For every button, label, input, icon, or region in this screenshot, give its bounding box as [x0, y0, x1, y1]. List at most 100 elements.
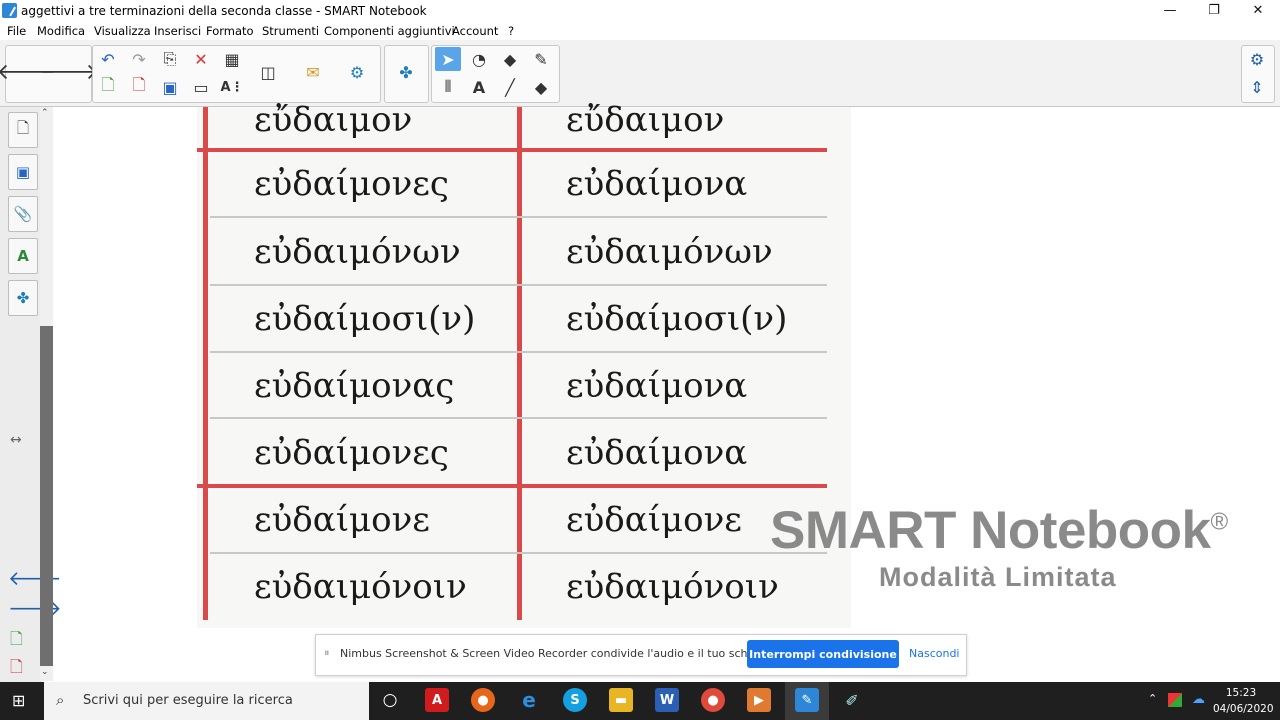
table-cell: εὐδαίμοσι(ν) — [566, 299, 788, 339]
table-divider — [210, 351, 827, 353]
addons-icon[interactable]: ✤ — [8, 280, 38, 316]
sidebar-next-arrow-icon[interactable]: 🡒 — [8, 596, 62, 620]
table-cell: εὐδαίμονε — [254, 500, 430, 540]
watermark-subtitle: Modalità Limitata — [879, 562, 1117, 592]
menu-inserisci[interactable]: Inserisci — [154, 24, 201, 38]
table-cell: εὐδαίμονε — [566, 500, 742, 540]
addons-puzzle-icon[interactable]: ✤ — [393, 60, 419, 84]
sidebar-add-page-icon[interactable]: 🗋 — [10, 628, 23, 655]
menu-modifica[interactable]: Modifica — [37, 24, 85, 38]
table-divider-red — [197, 148, 827, 152]
menu-account[interactable]: Account — [452, 24, 498, 38]
delete-icon[interactable]: ✕ — [188, 47, 214, 71]
sidebar-delete-page-icon[interactable]: 🗋 — [10, 656, 23, 683]
magic-pen-icon[interactable]: ✎ — [528, 47, 554, 71]
redo-icon[interactable]: ↷ — [126, 47, 152, 71]
clock-date: 04/06/2020 — [1213, 703, 1274, 715]
add-page-icon[interactable]: 🗋 — [95, 75, 121, 99]
watermark-title: SMART Notebook® — [770, 501, 1229, 560]
paste-icon[interactable]: ⎘ — [157, 47, 183, 71]
move-toolbar-icon[interactable]: ⇕ — [1244, 75, 1270, 99]
table-icon[interactable]: ▦ — [219, 47, 245, 71]
save-icon[interactable]: ▣ — [157, 75, 183, 99]
table-cell: εὐδαιμόνοιν — [254, 567, 467, 607]
screen-shade-icon[interactable]: ▭ — [188, 75, 214, 99]
page-sorter-icon[interactable]: 🗋 — [8, 112, 38, 148]
taskbar-search-input[interactable]: Scrivi qui per eseguire la ricerca — [83, 693, 293, 708]
text-tool-icon[interactable]: A — [466, 75, 492, 99]
table-cell: εὐδαίμονες — [254, 433, 449, 473]
menu-file[interactable]: File — [7, 24, 26, 38]
menu-formato[interactable]: Formato — [206, 24, 254, 38]
close-button[interactable]: ✕ — [1238, 0, 1278, 22]
word-icon[interactable]: W — [655, 688, 679, 712]
table-divider — [210, 552, 827, 554]
fill-tool-icon[interactable]: ◆ — [497, 47, 523, 71]
show-hidden-icons-icon[interactable]: ⌃ — [1148, 692, 1157, 705]
table-divider-red — [197, 484, 827, 488]
handwriting-recognition-icon[interactable]: A⋮ — [219, 75, 245, 99]
gallery-icon[interactable]: ▣ — [8, 154, 38, 190]
response-icon[interactable]: ✉ — [300, 60, 326, 84]
minimize-button[interactable]: — — [1150, 0, 1190, 22]
scrollbar-thumb[interactable] — [40, 326, 53, 666]
table-divider — [210, 417, 827, 419]
drag-handle-icon[interactable]: ⏸ — [324, 646, 330, 660]
sidebar-resize-icon[interactable]: ↔ — [10, 432, 22, 448]
delete-page-icon[interactable]: 🗋 — [126, 75, 152, 99]
firefox-icon[interactable]: ● — [471, 688, 495, 712]
table-cell: εὐδαιμόνοιν — [566, 567, 779, 607]
table-cell: εὐδαίμονες — [254, 164, 449, 204]
scroll-up-icon[interactable]: ⌃ — [41, 108, 49, 118]
lesson-activity-icon[interactable]: ⚙ — [344, 60, 370, 84]
skype-icon[interactable]: S — [563, 688, 587, 712]
next-page-arrow-icon[interactable]: 🡒 — [40, 60, 99, 85]
table-left-border — [203, 107, 208, 620]
table-cell: εὐδαίμοσι(ν) — [254, 299, 476, 339]
smart-tools-icon[interactable]: ✐ — [840, 688, 864, 712]
select-tool-icon[interactable]: ➤ — [435, 47, 461, 71]
line-tool-icon[interactable]: ╱ — [497, 75, 523, 99]
pen-tool-icon[interactable]: ⦀ — [435, 75, 461, 99]
media-player-icon[interactable]: ▶ — [747, 688, 771, 712]
table-cell: εὐδαιμόνων — [566, 232, 773, 272]
previous-page-arrow-icon[interactable]: 🡐 — [0, 60, 56, 85]
window-title: aggettivi a tre terminazioni della secon… — [21, 4, 427, 18]
properties-icon[interactable]: A — [8, 238, 38, 274]
menu-componenti-aggiuntivi[interactable]: Componenti aggiuntivi — [324, 24, 455, 38]
acrobat-icon[interactable]: A — [425, 688, 449, 712]
restore-button[interactable]: ❐ — [1194, 0, 1234, 22]
table-cell: εὔδαιμον — [566, 100, 725, 140]
hide-button[interactable]: Nascondi — [909, 647, 960, 660]
shapes-tool-icon[interactable]: ◔ — [466, 47, 492, 71]
onedrive-cloud-icon[interactable]: ☁ — [1192, 692, 1205, 707]
table-divider — [210, 284, 827, 286]
undo-icon[interactable]: ↶ — [95, 47, 121, 71]
sidebar-previous-arrow-icon[interactable]: 🡐 — [8, 566, 62, 590]
eraser-tool-icon[interactable]: ◆ — [528, 75, 554, 99]
file-explorer-icon[interactable]: ▬ — [609, 688, 633, 712]
menu-strumenti[interactable]: Strumenti — [262, 24, 319, 38]
table-cell: εὐδαίμονας — [254, 366, 455, 406]
table-cell: εὔδαιμον — [254, 100, 413, 140]
task-view-icon[interactable]: ○ — [378, 688, 402, 712]
windows-start-icon[interactable]: ⊞ — [12, 691, 25, 710]
edge-icon[interactable]: e — [517, 688, 541, 712]
table-middle-border — [517, 107, 522, 620]
taskbar-clock[interactable]: 15:23 04/06/2020 — [1213, 685, 1274, 717]
scroll-down-icon[interactable]: ⌄ — [41, 667, 49, 677]
stop-sharing-button[interactable]: Interrompi condivisione — [747, 640, 899, 668]
menu-visualizza[interactable]: Visualizza — [94, 24, 151, 38]
search-icon: ⌕ — [56, 691, 65, 709]
properties-gear-icon[interactable]: ⚙ — [1244, 47, 1270, 71]
attachments-paperclip-icon[interactable]: 📎 — [8, 196, 38, 232]
registered-mark: ® — [1210, 508, 1229, 536]
chrome-icon[interactable]: ● — [701, 688, 725, 712]
table-divider — [210, 216, 827, 218]
document-camera-icon[interactable]: ◫ — [255, 60, 281, 84]
table-cell: εὐδαίμονα — [566, 164, 748, 204]
table-cell: εὐδαίμονα — [566, 433, 748, 473]
menu-help[interactable]: ? — [508, 24, 514, 38]
smart-notebook-taskbar-icon[interactable]: ✎ — [795, 688, 819, 712]
tray-app-icon[interactable] — [1168, 693, 1182, 707]
